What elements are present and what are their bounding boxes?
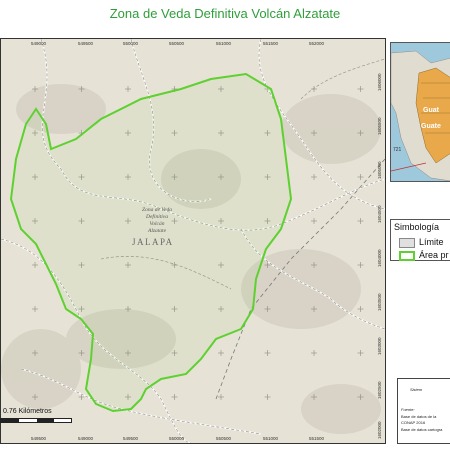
map-title: Zona de Veda Definitiva Volcán Alzatate	[109, 6, 341, 21]
y-tick-label: 1602000	[377, 421, 382, 439]
info-heading: Sistem	[410, 387, 423, 392]
x-tick-label-bottom: 549500	[123, 436, 139, 441]
x-tick-label-bottom: 550500	[216, 436, 232, 441]
y-tick-label: 1604000	[377, 249, 382, 267]
info-box: Sistem Fuente: Base de datos de la CONAP…	[397, 378, 450, 444]
y-tick-label: 1605000	[377, 161, 382, 179]
x-tick-label-bottom: 551500	[309, 436, 325, 441]
zone-label-line: Alzatate	[147, 228, 167, 234]
zone-label-line: Zona de Veda	[142, 207, 172, 213]
location-inset-map[interactable]: Guat Guate 721	[390, 42, 450, 182]
scale-bar	[0, 418, 72, 423]
y-tick-label: 1604500	[377, 205, 382, 223]
x-tick-label-bottom: 549000	[78, 436, 94, 441]
y-tick-label: 1603000	[377, 337, 382, 355]
zone-label: Zona de Veda Definitiva Volcán Alzatate	[133, 207, 181, 235]
inset-label: Guat	[423, 107, 439, 114]
x-tick-label: 549500	[78, 41, 94, 46]
zone-label-line: Volcán	[149, 221, 165, 227]
x-tick-label: 552000	[309, 41, 325, 46]
y-tick-label: 1606000	[377, 73, 382, 91]
legend-item-label: Área pr	[419, 250, 449, 260]
map-canvas	[1, 39, 385, 443]
x-tick-label: 550500	[169, 41, 185, 46]
x-tick-label: 550000	[123, 41, 139, 46]
inset-coast-label: 721	[393, 147, 402, 153]
legend-item-label: Límite	[419, 237, 444, 247]
x-tick-label: 551000	[216, 41, 232, 46]
legend-title: Simbología	[394, 222, 440, 232]
scale-label: 0.76 Kilómetros	[3, 408, 52, 415]
x-tick-label-bottom: 551000	[263, 436, 279, 441]
place-label: JALAPA	[132, 237, 174, 247]
legend-swatch	[399, 250, 415, 261]
info-source-label: Fuente:	[401, 407, 415, 412]
info-line: Base de datos cartogra	[401, 427, 443, 432]
inset-label: Guate	[421, 123, 441, 130]
main-map[interactable]: 549000 549500 550000 550500 551000 55150…	[0, 38, 386, 444]
x-tick-label: 549000	[31, 41, 47, 46]
y-tick-label: 1605500	[377, 117, 382, 135]
legend: Simbología Límite Área pr	[390, 219, 450, 261]
legend-item: Límite	[399, 237, 444, 248]
legend-item: Área pr	[399, 250, 449, 261]
x-tick-label-bottom: 550000	[169, 436, 185, 441]
legend-swatch	[399, 237, 415, 248]
info-line: Base de datos de la	[401, 414, 437, 419]
x-tick-label-bottom: 549500	[31, 436, 47, 441]
y-tick-label: 1602500	[377, 381, 382, 399]
inset-canvas	[391, 43, 450, 181]
x-tick-label: 551500	[263, 41, 279, 46]
y-tick-label: 1603500	[377, 293, 382, 311]
info-line: CONAP 2016	[401, 420, 426, 425]
zone-label-line: Definitiva	[146, 214, 168, 220]
